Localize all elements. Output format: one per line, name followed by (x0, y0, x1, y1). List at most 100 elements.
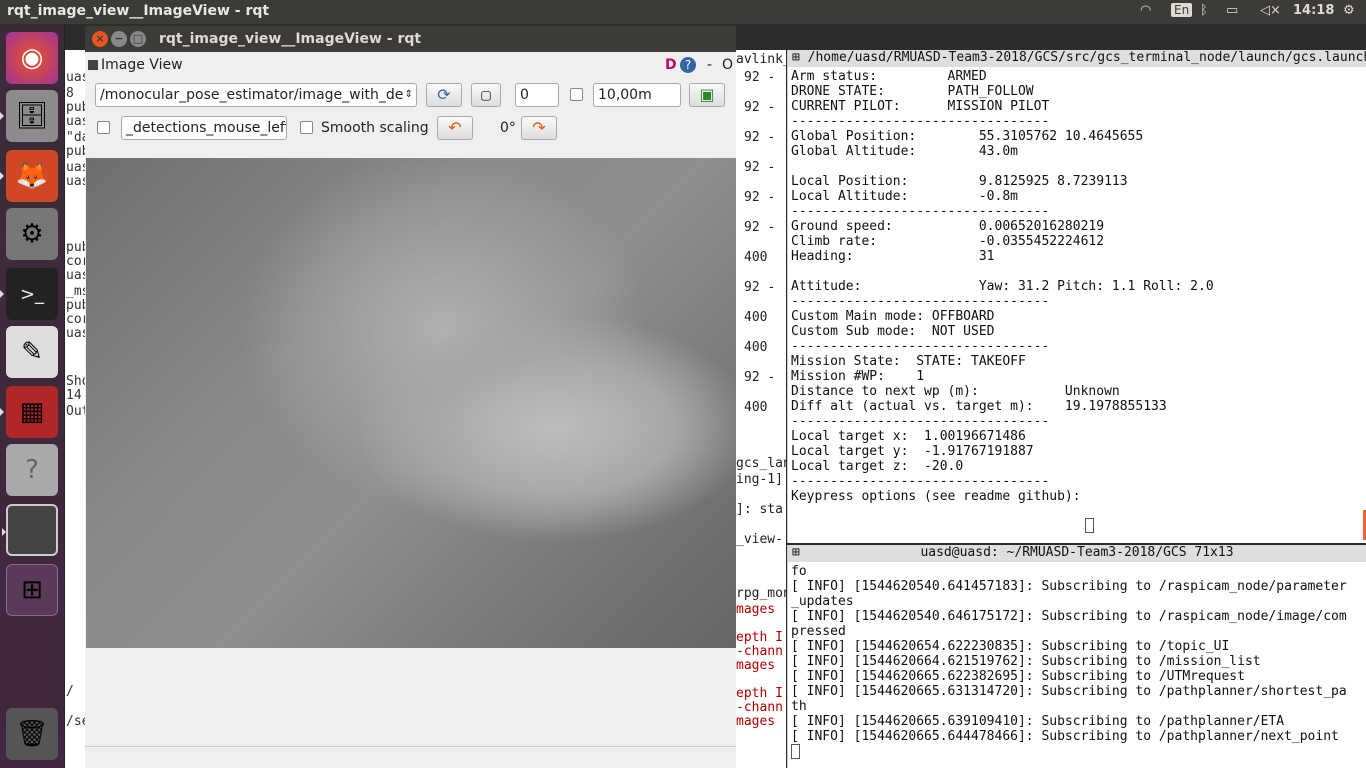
close-button[interactable]: × (92, 31, 108, 47)
bg-terminal-line: uas (66, 326, 87, 341)
max-range-input[interactable]: 10,00m (593, 83, 681, 107)
rotate-left-button[interactable]: ↶ (437, 116, 473, 140)
terminal-log[interactable]: ⊞ uasd@uasd: ~/RMUASD-Team3-2018/GCS 71x1… (787, 545, 1366, 768)
bg-terminal-line: 14 (66, 388, 82, 403)
terminal-log-line: [ INFO] [1544620665.622382695]: Subscrib… (791, 669, 1245, 684)
mid-lower-line: mages (736, 714, 776, 729)
battery-icon[interactable]: ▭ (1226, 3, 1238, 18)
display-icon[interactable] (2, 504, 58, 556)
bg-terminal-line: cor (66, 312, 87, 327)
terminal-main-line: Arm status: ARMED (791, 69, 987, 84)
save-image-button[interactable]: ▣ (689, 83, 725, 107)
minimize-button[interactable]: − (111, 31, 127, 47)
mid-lower-line: _view- (736, 532, 783, 547)
topic-combobox[interactable]: /monocular_pose_estimator/image_with_de ⇕ (95, 83, 417, 107)
minimize-plugin-button[interactable]: - (707, 57, 712, 73)
mouse-topic-input[interactable]: _detections_mouse_left (121, 116, 287, 140)
rqt-window: × − □ rqt_image_view__ImageView - rqt Im… (85, 26, 736, 768)
mid-row: 92 - (744, 190, 776, 205)
mid-row: 92 - (744, 100, 776, 115)
chevron-updown-icon: ⇕ (404, 89, 413, 100)
terminal-log-line: [ INFO] [1544620540.646175172]: Subscrib… (791, 609, 1347, 624)
clock[interactable]: 14:18 (1293, 3, 1334, 18)
mid-row: 400 (744, 400, 768, 415)
system-menu-gear-icon[interactable]: ⚙ (1343, 3, 1355, 18)
terminal-main-line: Custom Main mode: OFFBOARD (791, 309, 995, 324)
mid-row: 92 - (744, 280, 776, 295)
terminal-main-line: --------------------------------- (791, 339, 1050, 354)
trash-icon[interactable]: 🗑 (6, 708, 58, 760)
mid-row: 92 - (744, 70, 776, 85)
system-monitor-icon[interactable]: ▦ (0, 386, 58, 438)
terminal-split-icon[interactable]: ⊞ (792, 545, 800, 560)
terminal-main-line: Local target z: -20.0 (791, 459, 964, 474)
plugin-icon (88, 60, 98, 70)
refresh-topics-button[interactable]: ⟳ (426, 83, 462, 107)
maximize-button[interactable]: □ (130, 31, 146, 47)
terminal-main[interactable]: ⊞ /home/uasd/RMUASD-Team3-2018/GCS/src/g… (787, 50, 1366, 543)
terminal-main-line: Ground speed: 0.00652016280219 (791, 219, 1105, 234)
dock-d-button[interactable]: D (665, 57, 677, 73)
mid-lower-line: ing-1] (736, 472, 783, 487)
terminal-main-line: Mission State: STATE: TAKEOFF (791, 354, 1026, 369)
smooth-scaling-checkbox[interactable] (300, 121, 313, 134)
bg-terminal-line: 8 (66, 86, 74, 101)
terminal-main-output: Arm status: ARMED DRONE STATE: PATH_FOLLO… (791, 69, 1214, 504)
terminal-main-line: Distance to next wp (m): Unknown (791, 384, 1120, 399)
text-editor-icon[interactable]: ✎ (6, 326, 58, 378)
terminal-main-line: Mission #WP: 1 (791, 369, 925, 384)
dynamic-range-checkbox[interactable] (570, 88, 583, 101)
terminal-main-titlebar[interactable]: ⊞ /home/uasd/RMUASD-Team3-2018/GCS/src/g… (788, 50, 1366, 67)
mid-lower-line: -chann (736, 644, 783, 659)
rotate-right-button[interactable]: ↷ (521, 116, 557, 140)
help-icon[interactable]: ? (6, 444, 58, 496)
smooth-scaling-label: Smooth scaling (321, 120, 429, 136)
terminal-icon[interactable]: >_ (0, 268, 58, 320)
files-icon[interactable]: 🗄 (0, 90, 58, 142)
keyboard-layout-indicator[interactable]: En (1171, 3, 1193, 17)
terminal-log-titlebar[interactable]: ⊞ uasd@uasd: ~/RMUASD-Team3-2018/GCS 71x1… (788, 545, 1366, 562)
terminal-log-line: pressed (791, 624, 846, 639)
active-window-title: rqt_image_view__ImageView - rqt (7, 3, 270, 19)
mid-lower-line: mages (736, 602, 776, 617)
terminal-main-line: --------------------------------- (791, 474, 1050, 489)
terminal-main-line: Local target y: -1.91767191887 (791, 444, 1034, 459)
publish-mouse-checkbox[interactable] (97, 121, 110, 134)
zoom-fit-button[interactable]: ▢ (471, 83, 501, 107)
firefox-icon[interactable]: 🦊 (0, 150, 58, 202)
terminal-log-line: fo (791, 564, 807, 579)
rqt-titlebar[interactable]: × − □ rqt_image_view__ImageView - rqt (85, 26, 736, 52)
terminal-split-icon[interactable]: ⊞ (788, 50, 800, 65)
bg-terminal-line: pub (66, 100, 87, 115)
terminal-log-line: [ INFO] [1544620665.639109410]: Subscrib… (791, 714, 1285, 729)
ubuntu-dash-icon[interactable]: ◉ (6, 32, 58, 84)
bluetooth-icon[interactable]: ᛒ (1200, 3, 1208, 18)
wifi-icon[interactable]: ◠ (1140, 3, 1151, 18)
terminal-main-line: Global Position: 55.3105762 10.4645655 (791, 129, 1144, 144)
terminal-main-line: --------------------------------- (791, 114, 1050, 129)
terminal-cursor (1085, 518, 1094, 533)
launcher: ◉ 🗄 🦊 ⚙ >_ ✎ ▦ ? ⊞ 🗑 (0, 24, 65, 768)
close-plugin-button[interactable]: O (722, 57, 733, 73)
mid-lower-line: epth I (736, 686, 783, 701)
terminal-log-line: [ INFO] [1544620664.621519762]: Subscrib… (791, 654, 1261, 669)
rqt-window-title: rqt_image_view__ImageView - rqt (159, 31, 422, 47)
spin-value-input[interactable]: 0 (515, 83, 559, 107)
help-button[interactable]: ? (680, 57, 696, 73)
middle-terminal-strip: avlink_I 92 - 92 - 92 - 92 - 92 - 92 - 400 92 -… (736, 50, 786, 768)
workspace-switcher-icon[interactable]: ⊞ (6, 564, 58, 616)
plugin-title: Image View (101, 57, 183, 73)
mid-lower-line: ]: sta (736, 502, 783, 517)
terminal-log-line: th (791, 699, 807, 714)
terminal-main-line: Local Position: 9.8125925 8.7239113 (791, 174, 1128, 189)
status-divider (85, 746, 736, 747)
terminal-main-line: Diff alt (actual vs. target m): 19.19788… (791, 399, 1167, 414)
terminal-main-line: --------------------------------- (791, 204, 1050, 219)
bg-terminal-line: "da (66, 130, 87, 145)
terminal-log-line: [ INFO] [1544620665.644478466]: Subscrib… (791, 729, 1339, 744)
volume-muted-icon[interactable]: ◁× (1260, 3, 1281, 18)
settings-icon[interactable]: ⚙ (6, 208, 58, 260)
bg-terminal-line: pub (66, 240, 87, 255)
mid-row: 92 - (744, 220, 776, 235)
camera-image[interactable] (86, 158, 736, 648)
